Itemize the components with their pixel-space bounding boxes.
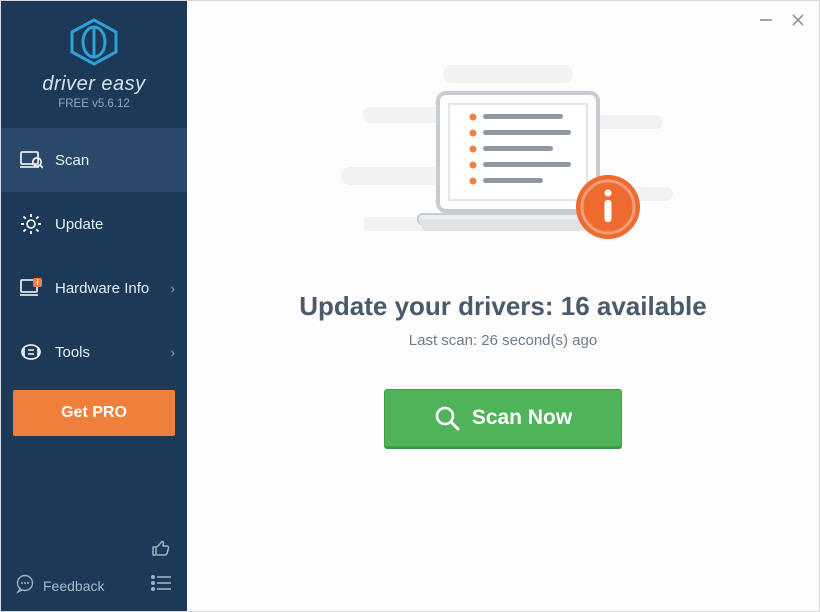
sidebar-bottom: Feedback <box>1 527 187 611</box>
chevron-right-icon: › <box>171 281 175 296</box>
magnify-icon <box>434 405 460 431</box>
nav-label: Tools <box>55 344 90 361</box>
get-pro-button[interactable]: Get PRO <box>13 390 175 436</box>
feedback-button[interactable]: Feedback <box>15 574 104 597</box>
version-label: FREE v5.6.12 <box>1 98 187 110</box>
window-controls <box>757 11 807 29</box>
feedback-label: Feedback <box>43 578 104 594</box>
get-pro-label: Get PRO <box>61 404 127 422</box>
nav: Scan Update <box>1 128 187 384</box>
nav-label: Scan <box>55 152 89 169</box>
nav-label: Update <box>55 216 103 233</box>
logo-icon <box>67 17 121 67</box>
nav-label: Hardware Info <box>55 280 149 297</box>
nav-item-scan[interactable]: Scan <box>1 128 187 192</box>
scan-now-label: Scan Now <box>472 406 572 430</box>
illustration <box>323 57 683 271</box>
main-pane: Update your drivers: 16 available Last s… <box>187 1 819 611</box>
minimize-button[interactable] <box>757 11 775 29</box>
nav-item-update[interactable]: Update <box>1 192 187 256</box>
scan-now-button[interactable]: Scan Now <box>384 389 622 447</box>
svg-text:i: i <box>36 278 38 287</box>
feedback-icon <box>15 574 35 597</box>
thumbs-up-icon[interactable] <box>151 546 173 563</box>
sidebar: driver easy FREE v5.6.12 Scan <box>1 1 187 611</box>
scan-icon <box>19 149 43 171</box>
nav-item-tools[interactable]: Tools › <box>1 320 187 384</box>
gear-icon <box>19 213 43 235</box>
app-window: driver easy FREE v5.6.12 Scan <box>0 0 820 612</box>
nav-item-hardware-info[interactable]: i Hardware Info › <box>1 256 187 320</box>
menu-list-icon[interactable] <box>151 574 173 597</box>
close-button[interactable] <box>789 11 807 29</box>
headline: Update your drivers: 16 available <box>299 291 707 322</box>
tools-icon <box>19 341 43 363</box>
logo-block: driver easy FREE v5.6.12 <box>1 1 187 120</box>
last-scan-text: Last scan: 26 second(s) ago <box>409 332 597 349</box>
hardware-info-icon: i <box>19 277 43 299</box>
brand-name: driver easy <box>1 73 187 96</box>
chevron-right-icon: › <box>171 345 175 360</box>
